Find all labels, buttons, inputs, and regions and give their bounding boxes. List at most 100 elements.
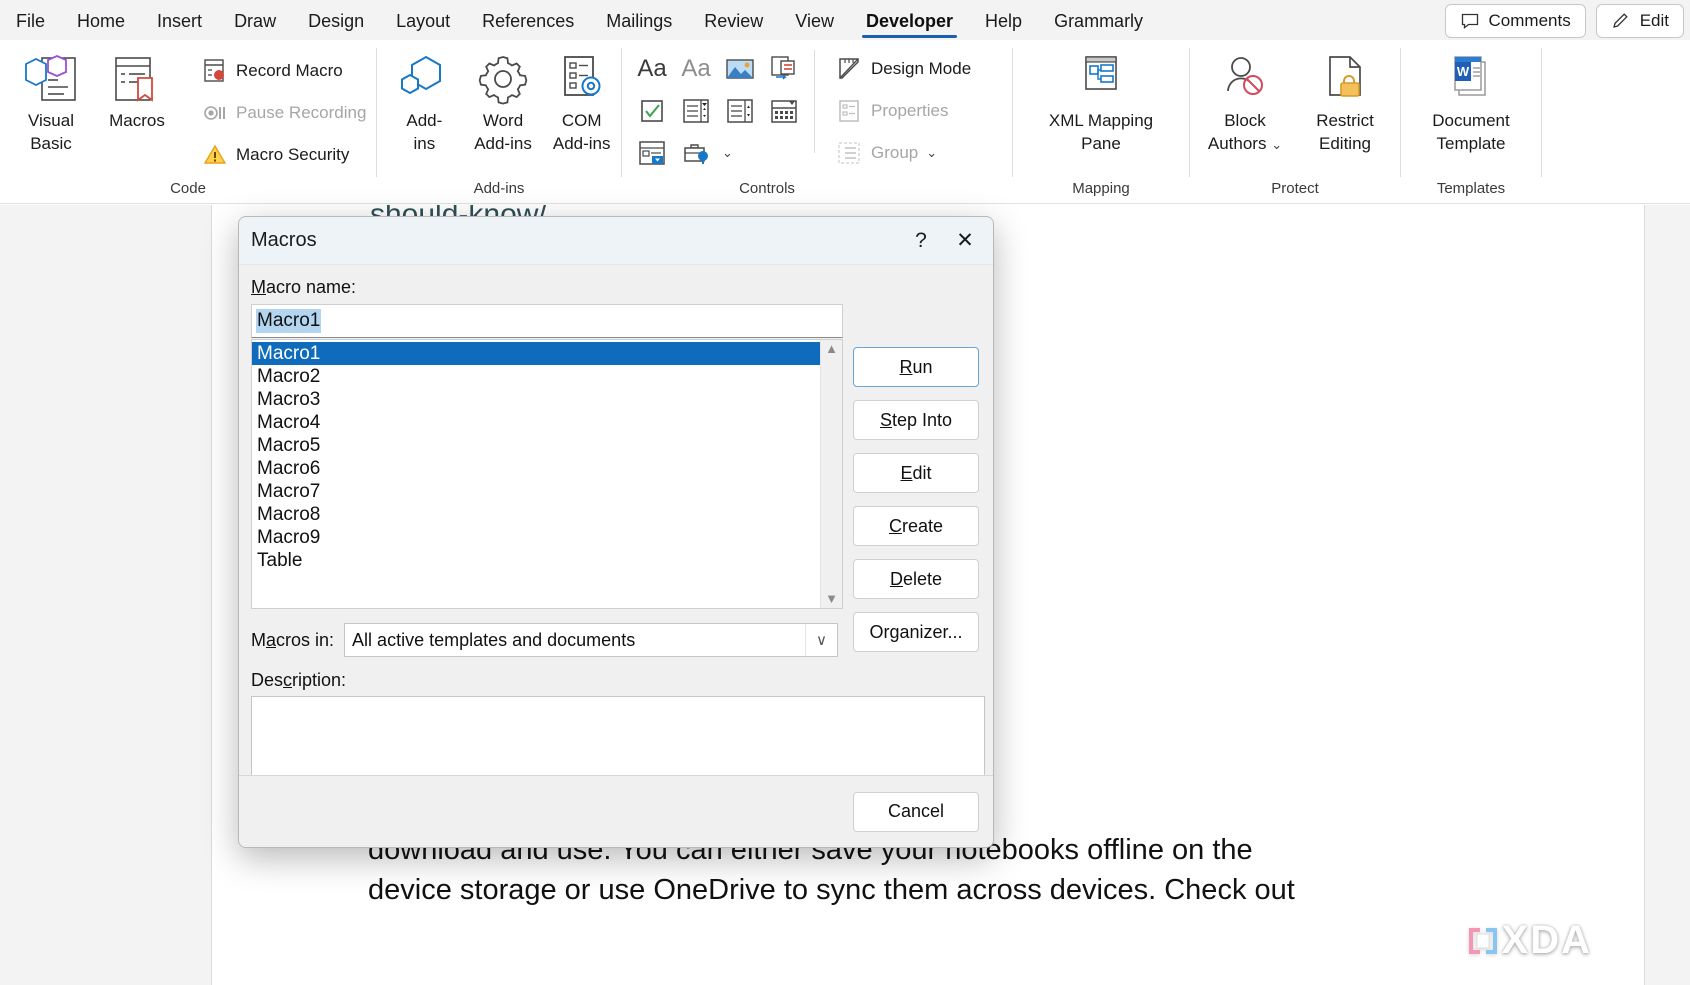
xml-mapping-pane-button[interactable]: XML Mapping Pane [1045,46,1157,154]
legacy-tools-control[interactable] [638,140,666,166]
dialog-footer: Cancel [239,775,993,847]
tab-draw[interactable]: Draw [218,2,292,40]
editing-mode-button[interactable]: Edit [1596,4,1684,38]
drop-down-list-content-control[interactable] [726,98,754,124]
tab-insert[interactable]: Insert [141,2,218,40]
rich-text-content-control[interactable]: Aa [637,55,666,83]
macros-label: Macros [109,110,165,131]
tab-view[interactable]: View [779,2,850,40]
tab-help[interactable]: Help [969,2,1038,40]
macros-in-combobox[interactable]: All active templates and documents ∨ [344,623,838,657]
date-picker-content-control[interactable] [770,98,798,124]
tab-mailings[interactable]: Mailings [590,2,688,40]
tab-review[interactable]: Review [688,2,779,40]
visual-basic-button[interactable]: Visual Basic [8,46,94,154]
design-mode-icon [835,55,863,83]
restrict-editing-button[interactable]: Restrict Editing [1295,46,1395,154]
create-label-rest: reate [902,516,943,537]
tab-design[interactable]: Design [292,2,380,40]
list-item[interactable]: Table [252,549,820,572]
xda-watermark: XDA [1466,918,1592,963]
macros-in-value: All active templates and documents [345,630,805,651]
properties-button: Properties [829,90,977,132]
macro-list-scrollbar[interactable]: ▲ ▼ [820,340,842,608]
cancel-button[interactable]: Cancel [853,792,979,832]
list-item[interactable]: Macro4 [252,411,820,434]
list-item[interactable]: Macro8 [252,503,820,526]
dialog-titlebar[interactable]: Macros ? ✕ [239,217,993,265]
xml-mapping-pane-label-line1: XML Mapping [1049,110,1153,131]
picture-content-control[interactable] [726,57,754,81]
pencil-icon [1611,11,1631,31]
list-item[interactable]: Macro7 [252,480,820,503]
combo-box-content-control[interactable] [682,98,710,124]
check-box-content-control[interactable] [639,98,665,124]
block-authors-icon [1217,50,1273,108]
tab-layout[interactable]: Layout [380,2,466,40]
macros-in-accel: a [266,630,276,650]
chevron-down-icon[interactable]: ∨ [805,624,837,656]
list-item[interactable]: Macro9 [252,526,820,549]
edit-button[interactable]: Edit [853,453,979,493]
create-button[interactable]: Create [853,506,979,546]
plain-text-content-control[interactable]: Aa [681,55,710,83]
ribbon-tabstrip: File Home Insert Draw Design Layout Refe… [0,0,1690,40]
step-into-label-rest: tep Into [892,410,952,431]
help-icon[interactable]: ? [899,222,943,260]
add-ins-button[interactable]: Add- ins [385,46,464,154]
macro-list-items: Macro1 Macro2 Macro3 Macro4 Macro5 Macro… [252,340,820,608]
step-into-accel: S [880,410,892,431]
macros-button[interactable]: Macros [94,46,180,131]
delete-button[interactable]: Delete [853,559,979,599]
legacy-activex-control[interactable] [682,140,710,166]
controls-group-label: Controls [522,179,1012,203]
word-add-ins-label-line2: Add-ins [474,133,532,154]
list-item[interactable]: Macro3 [252,388,820,411]
add-ins-icon [396,50,452,108]
building-block-gallery-control[interactable] [770,56,798,82]
com-add-ins-button[interactable]: COM Add-ins [542,46,621,154]
combo-box-icon [682,98,710,124]
macro-name-input-value: Macro1 [256,309,321,333]
close-icon[interactable]: ✕ [943,222,987,260]
restrict-editing-icon [1317,50,1373,108]
list-item[interactable]: Macro5 [252,434,820,457]
svg-text:W: W [1457,64,1470,79]
step-into-button[interactable]: Step Into [853,400,979,440]
macro-listbox[interactable]: Macro1 Macro2 Macro3 Macro4 Macro5 Macro… [251,339,843,609]
list-item[interactable]: Macro6 [252,457,820,480]
description-textarea[interactable] [251,696,985,776]
tab-references[interactable]: References [466,2,590,40]
record-macro-button[interactable]: Record Macro [196,50,372,92]
building-block-icon [770,56,798,82]
word-add-ins-icon [475,50,531,108]
macros-icon [108,50,166,108]
ribbon-group-mapping: XML Mapping Pane Mapping [1013,40,1189,203]
tab-file[interactable]: File [0,2,61,40]
scroll-up-icon[interactable]: ▲ [825,343,838,355]
ribbon-group-controls: Aa Aa [622,40,1012,203]
scroll-down-icon[interactable]: ▼ [825,593,838,605]
macro-name-input[interactable]: Macro1 [251,304,843,338]
word-window: should-know/ ps. Being the oldest basics… [0,0,1690,985]
block-authors-button[interactable]: Block Authors ⌄ [1195,46,1295,155]
toolbox-wrench-icon [682,140,710,166]
controls-more-dropdown[interactable]: ⌄ [718,144,733,162]
comments-button[interactable]: Comments [1445,4,1586,38]
organizer-button[interactable]: Organizer... [853,612,979,652]
word-add-ins-button[interactable]: Word Add-ins [464,46,543,154]
list-item[interactable]: Macro2 [252,365,820,388]
tab-grammarly[interactable]: Grammarly [1038,2,1159,40]
templates-group-label: Templates [1401,179,1541,203]
tab-developer[interactable]: Developer [850,2,969,40]
group-divider [1541,48,1542,177]
document-template-button[interactable]: W Document Template [1415,46,1527,154]
macro-name-label-accel: M [251,277,266,297]
macro-security-button[interactable]: Macro Security [196,134,372,176]
design-mode-button[interactable]: Design Mode [829,48,977,90]
tab-home[interactable]: Home [61,2,141,40]
list-item[interactable]: Macro1 [252,342,820,365]
xml-mapping-pane-icon [1073,50,1129,108]
ribbon: Visual Basic [0,40,1690,204]
run-button[interactable]: Run [853,347,979,387]
